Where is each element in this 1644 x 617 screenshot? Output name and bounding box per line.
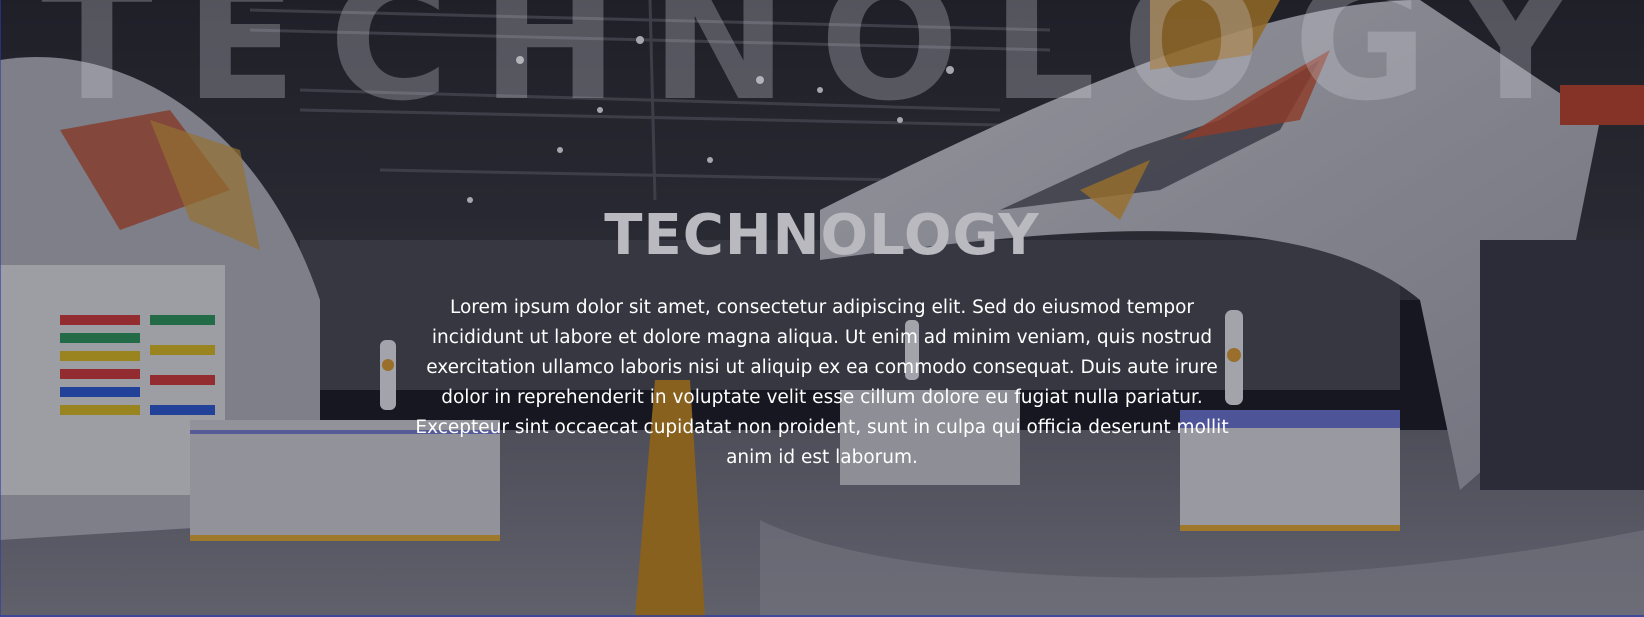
watermark-heading: TECHNOLOGY: [40, 0, 1607, 137]
hero-banner: TECHNOLOGY TECHNOLOGY Lorem ipsum dolor …: [0, 0, 1644, 617]
hero-content: TECHNOLOGY Lorem ipsum dolor sit amet, c…: [0, 205, 1644, 473]
page-title: TECHNOLOGY: [604, 203, 1040, 268]
hero-description: Lorem ipsum dolor sit amet, consectetur …: [415, 296, 1229, 468]
